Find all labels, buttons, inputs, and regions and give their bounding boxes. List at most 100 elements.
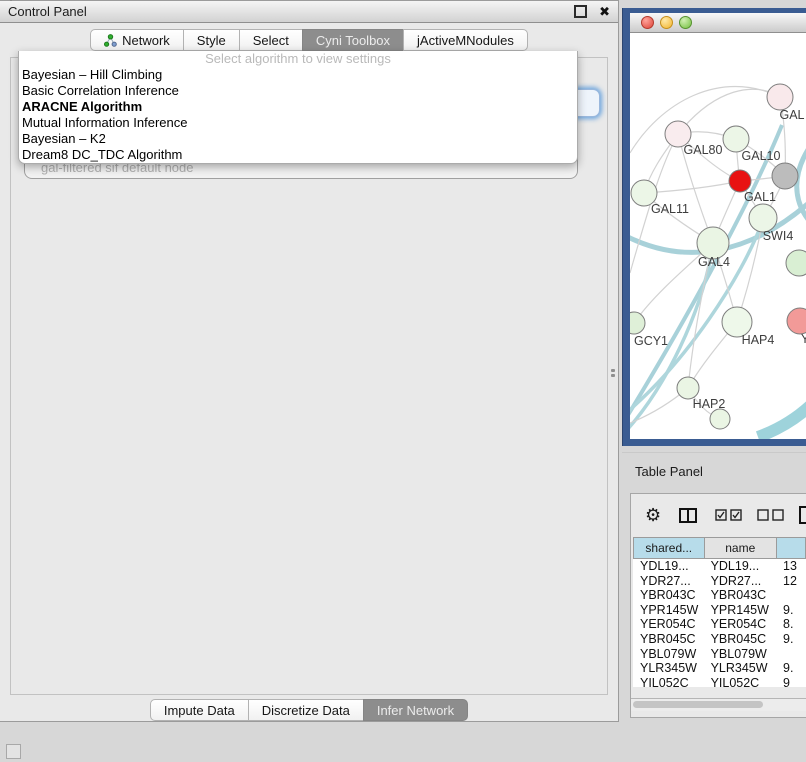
column-header-shared[interactable]: shared... bbox=[633, 537, 705, 559]
tab-cyni-toolbox[interactable]: Cyni Toolbox bbox=[302, 29, 404, 51]
table-cell bbox=[776, 647, 806, 662]
table-horizontal-scrollbar[interactable] bbox=[631, 698, 806, 711]
table-row[interactable]: YDR27...YDR27...12 bbox=[633, 574, 806, 589]
node-label: GAL10 bbox=[742, 149, 781, 163]
minimize-traffic-light-icon[interactable] bbox=[660, 16, 673, 29]
algorithm-dropdown-popup: Select algorithm to view settings Bayesi… bbox=[18, 51, 578, 164]
node-label: Y bbox=[801, 332, 806, 346]
network-node-hap2[interactable] bbox=[677, 377, 699, 399]
tab-label: Impute Data bbox=[164, 703, 235, 718]
splitter-grip[interactable] bbox=[611, 369, 616, 378]
table-cell: 9. bbox=[776, 632, 806, 647]
control-panel-title: Control Panel bbox=[8, 4, 87, 19]
table-rows: YDL19...YDL19...13YDR27...YDR27...12YBR0… bbox=[633, 559, 806, 687]
network-node-gal[interactable] bbox=[767, 84, 793, 110]
network-node-swi4[interactable] bbox=[749, 204, 777, 232]
table-cell: YLR345W bbox=[633, 661, 704, 676]
unchecked-pair-icon[interactable] bbox=[757, 509, 785, 521]
table-cell: 13 bbox=[776, 559, 806, 574]
table-column-headers: shared...name bbox=[633, 537, 806, 559]
table-cell: YPR145W bbox=[704, 603, 776, 618]
float-window-icon[interactable] bbox=[574, 5, 587, 18]
table-cell: YPR145W bbox=[633, 603, 704, 618]
tab-label: Style bbox=[197, 33, 226, 48]
control-panel-window: Control Panel ✖ Network Style Select Cyni T… bbox=[0, 0, 619, 722]
node-label: GCY1 bbox=[634, 334, 668, 348]
hidden-panel-square[interactable] bbox=[6, 744, 21, 759]
zoom-traffic-light-icon[interactable] bbox=[679, 16, 692, 29]
table-cell: YDL19... bbox=[633, 559, 704, 574]
table-cell: YER054C bbox=[704, 617, 776, 632]
close-icon[interactable]: ✖ bbox=[599, 7, 610, 17]
tab-label: jActiveMNodules bbox=[417, 33, 514, 48]
tab-label: Discretize Data bbox=[262, 703, 350, 718]
node-label: SWI4 bbox=[763, 229, 794, 243]
network-node[interactable] bbox=[772, 163, 798, 189]
table-cell: YER054C bbox=[633, 617, 704, 632]
node-label: GAL80 bbox=[684, 143, 723, 157]
node-label: GAL11 bbox=[651, 202, 689, 216]
network-view-frame: GALGAL80GAL10GAL1GAL11SWI4GAL4GCY1HAP4YH… bbox=[630, 13, 806, 439]
table-panel-title: Table Panel bbox=[635, 464, 703, 479]
algorithm-option-aracne-algorithm[interactable]: ARACNE Algorithm bbox=[19, 99, 577, 115]
column-header-2[interactable] bbox=[776, 537, 806, 559]
table-panel: ⚙ shared...name YDL19...YDL19...13YDR27.… bbox=[630, 493, 806, 718]
table-cell: YBL079W bbox=[704, 647, 776, 662]
network-node-gal1[interactable] bbox=[729, 170, 751, 192]
table-toolbar: ⚙ bbox=[631, 494, 806, 536]
algorithm-option-mutual-information-inference[interactable]: Mutual Information Inference bbox=[19, 115, 577, 131]
tab-impute-data[interactable]: Impute Data bbox=[150, 699, 249, 721]
algorithm-option-basic-correlation-inference[interactable]: Basic Correlation Inference bbox=[19, 83, 577, 99]
table-cell: YDL19... bbox=[704, 559, 776, 574]
network-node-y[interactable] bbox=[787, 308, 806, 334]
bottom-tabbar: Impute Data Discretize Data Infer Network bbox=[0, 699, 618, 721]
document-icon[interactable] bbox=[799, 506, 806, 524]
network-canvas[interactable]: GALGAL80GAL10GAL1GAL11SWI4GAL4GCY1HAP4YH… bbox=[630, 33, 806, 439]
table-row[interactable]: YER054CYER054C8. bbox=[633, 617, 806, 632]
screen: Control Panel ✖ Network Style Select Cyni T… bbox=[0, 0, 806, 762]
gear-icon[interactable]: ⚙ bbox=[645, 505, 661, 526]
tab-network[interactable]: Network bbox=[90, 29, 184, 51]
checked-pair-icon[interactable] bbox=[715, 509, 743, 521]
table-row[interactable]: YLR345WYLR345W9. bbox=[633, 661, 806, 676]
column-header-name[interactable]: name bbox=[704, 537, 777, 559]
network-node[interactable] bbox=[710, 409, 730, 429]
table-cell: YLR345W bbox=[704, 661, 776, 676]
tab-infer-network[interactable]: Infer Network bbox=[363, 699, 468, 721]
node-label: GAL1 bbox=[744, 190, 776, 204]
table-row[interactable]: YDL19...YDL19...13 bbox=[633, 559, 806, 574]
network-icon bbox=[104, 34, 117, 47]
control-panel-titlebar: Control Panel ✖ bbox=[0, 1, 618, 23]
node-label: HAP4 bbox=[742, 333, 775, 347]
table-cell bbox=[776, 588, 806, 603]
node-label: GAL bbox=[779, 108, 804, 122]
tab-style[interactable]: Style bbox=[183, 29, 240, 51]
tab-jactivemnodules[interactable]: jActiveMNodules bbox=[403, 29, 528, 51]
table-cell: YBR043C bbox=[633, 588, 704, 603]
table-cell: YDR27... bbox=[704, 574, 776, 589]
table-cell: YIL052C bbox=[633, 676, 704, 687]
table-row[interactable]: YBR043CYBR043C bbox=[633, 588, 806, 603]
network-node[interactable] bbox=[786, 250, 806, 276]
network-edge bbox=[630, 125, 782, 415]
table-cell: 8. bbox=[776, 617, 806, 632]
algorithm-option-dream8-dc-tdc-algorithm[interactable]: Dream8 DC_TDC Algorithm bbox=[19, 147, 577, 163]
table-row[interactable]: YIL052CYIL052C9 bbox=[633, 676, 806, 687]
tab-select[interactable]: Select bbox=[239, 29, 303, 51]
tab-discretize-data[interactable]: Discretize Data bbox=[248, 699, 364, 721]
table-cell: YIL052C bbox=[704, 676, 776, 687]
table-row[interactable]: YBR045CYBR045C9. bbox=[633, 632, 806, 647]
table-row[interactable]: YBL079WYBL079W bbox=[633, 647, 806, 662]
table-cell: 9 bbox=[776, 676, 806, 687]
algorithm-option-bayesian-hill-climbing[interactable]: Bayesian – Hill Climbing bbox=[19, 67, 577, 83]
table-row[interactable]: YPR145WYPR145W9. bbox=[633, 603, 806, 618]
table-cell: 9. bbox=[776, 661, 806, 676]
table-cell: YBR043C bbox=[704, 588, 776, 603]
network-view-window: GALGAL80GAL10GAL1GAL11SWI4GAL4GCY1HAP4YH… bbox=[622, 8, 806, 446]
close-traffic-light-icon[interactable] bbox=[641, 16, 654, 29]
tab-label: Cyni Toolbox bbox=[316, 33, 390, 48]
split-columns-icon[interactable] bbox=[679, 508, 697, 523]
network-node-gcy1[interactable] bbox=[630, 312, 645, 334]
algorithm-option-bayesian-k2[interactable]: Bayesian – K2 bbox=[19, 131, 577, 147]
network-window-titlebar bbox=[630, 13, 806, 33]
